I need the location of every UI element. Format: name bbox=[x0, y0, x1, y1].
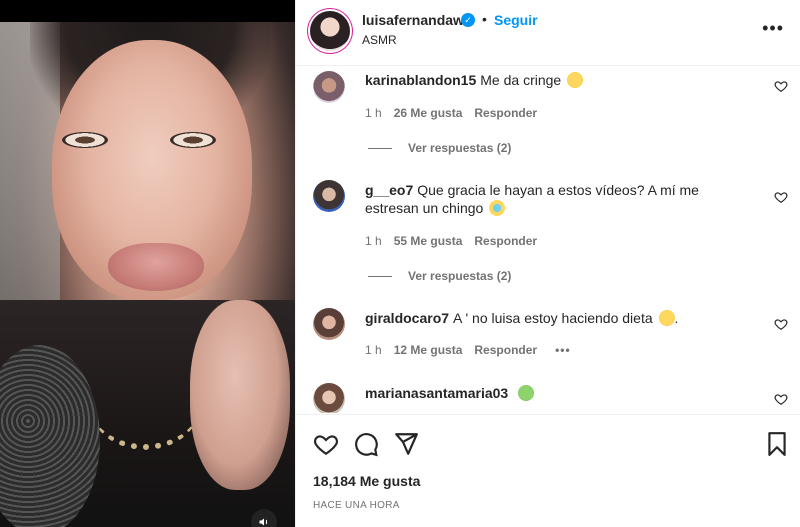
author-username[interactable]: luisafernandaw bbox=[362, 12, 464, 28]
replies-divider bbox=[368, 276, 392, 278]
send-icon[interactable] bbox=[393, 431, 419, 457]
verified-badge-icon: ✓ bbox=[461, 13, 475, 27]
replies-divider bbox=[368, 148, 392, 150]
comment-text: g__eo7 Que gracia le hayan a estos vídeos… bbox=[365, 181, 755, 217]
reply-button[interactable]: Responder bbox=[474, 106, 537, 120]
post-media[interactable] bbox=[0, 0, 295, 527]
sad-face-icon bbox=[658, 310, 675, 326]
commenter-avatar[interactable] bbox=[313, 71, 345, 103]
comments-list[interactable]: karinablandon15 Me da cringe 1 h 26 Me gus… bbox=[296, 67, 800, 413]
likes-count[interactable]: 18,184 Me gusta bbox=[313, 473, 420, 489]
comment-icon[interactable] bbox=[353, 431, 379, 457]
left-eye-shape bbox=[62, 132, 108, 148]
lips-shape bbox=[108, 243, 204, 291]
comment-likes[interactable]: 26 Me gusta bbox=[394, 106, 463, 120]
follow-button[interactable]: Seguir bbox=[494, 12, 538, 28]
comment-text: karinablandon15 Me da cringe bbox=[365, 71, 755, 89]
heart-icon[interactable] bbox=[774, 190, 788, 204]
comment-text: giraldocaro7 A ' no luisa estoy haciendo … bbox=[365, 309, 755, 327]
commenter-username[interactable]: g__eo7 bbox=[365, 182, 413, 198]
comment-time[interactable]: 1 h bbox=[365, 343, 382, 357]
right-eye-shape bbox=[170, 132, 216, 148]
comment-likes[interactable]: 55 Me gusta bbox=[394, 234, 463, 248]
more-options-icon[interactable]: ••• bbox=[762, 18, 784, 39]
comment-likes[interactable]: 12 Me gusta bbox=[394, 343, 463, 357]
separator-dot: • bbox=[482, 11, 487, 27]
comment-meta: 1 h 26 Me gusta Responder bbox=[365, 106, 549, 120]
chain-necklace-shape bbox=[90, 360, 200, 450]
comment-time[interactable]: 1 h bbox=[365, 106, 382, 120]
heart-icon[interactable] bbox=[774, 79, 788, 93]
commenter-username[interactable]: marianasantamaria03 bbox=[365, 385, 508, 401]
commenter-username[interactable]: karinablandon15 bbox=[365, 72, 476, 88]
comment-body: A ' no luisa estoy haciendo dieta bbox=[453, 310, 653, 326]
hand-shape bbox=[190, 300, 290, 490]
comment-options-icon[interactable]: ••• bbox=[555, 343, 571, 357]
heart-icon[interactable] bbox=[774, 317, 788, 331]
commenter-avatar[interactable] bbox=[313, 308, 345, 340]
heart-icon[interactable] bbox=[774, 392, 788, 406]
post-header: luisafernandaw ✓ • Seguir ASMR ••• bbox=[296, 0, 800, 66]
view-replies-label: Ver respuestas (2) bbox=[408, 269, 512, 283]
view-replies-label: Ver respuestas (2) bbox=[408, 141, 512, 155]
post-timestamp[interactable]: HACE UNA HORA bbox=[313, 500, 400, 511]
crying-face-icon bbox=[489, 200, 506, 216]
comment-meta: 1 h 55 Me gusta Responder bbox=[365, 234, 549, 248]
comment-text: marianasantamaria03 bbox=[365, 384, 755, 402]
audio-subtitle[interactable]: ASMR bbox=[362, 33, 397, 47]
commenter-username[interactable]: giraldocaro7 bbox=[365, 310, 449, 326]
commenter-avatar[interactable] bbox=[313, 383, 345, 413]
post-details-panel: luisafernandaw ✓ • Seguir ASMR ••• karin… bbox=[295, 0, 800, 527]
reply-button[interactable]: Responder bbox=[474, 234, 537, 248]
nauseated-face-icon bbox=[518, 385, 535, 401]
heart-icon[interactable] bbox=[313, 431, 339, 457]
view-replies-button[interactable]: Ver respuestas (2) bbox=[368, 269, 511, 283]
comment-body: Que gracia le hayan a estos vídeos? A mí… bbox=[365, 182, 699, 216]
comment-time[interactable]: 1 h bbox=[365, 234, 382, 248]
sad-face-icon bbox=[567, 72, 584, 88]
comment-meta: 1 h 12 Me gusta Responder ••• bbox=[365, 343, 583, 357]
comment-body: Me da cringe bbox=[480, 72, 562, 88]
post-actions: 18,184 Me gusta HACE UNA HORA bbox=[296, 414, 800, 527]
commenter-avatar[interactable] bbox=[313, 180, 345, 212]
reply-button[interactable]: Responder bbox=[474, 343, 537, 357]
author-avatar[interactable] bbox=[310, 11, 350, 51]
comment-suffix: . bbox=[674, 310, 679, 326]
view-replies-button[interactable]: Ver respuestas (2) bbox=[368, 141, 511, 155]
bookmark-icon[interactable] bbox=[764, 431, 790, 457]
